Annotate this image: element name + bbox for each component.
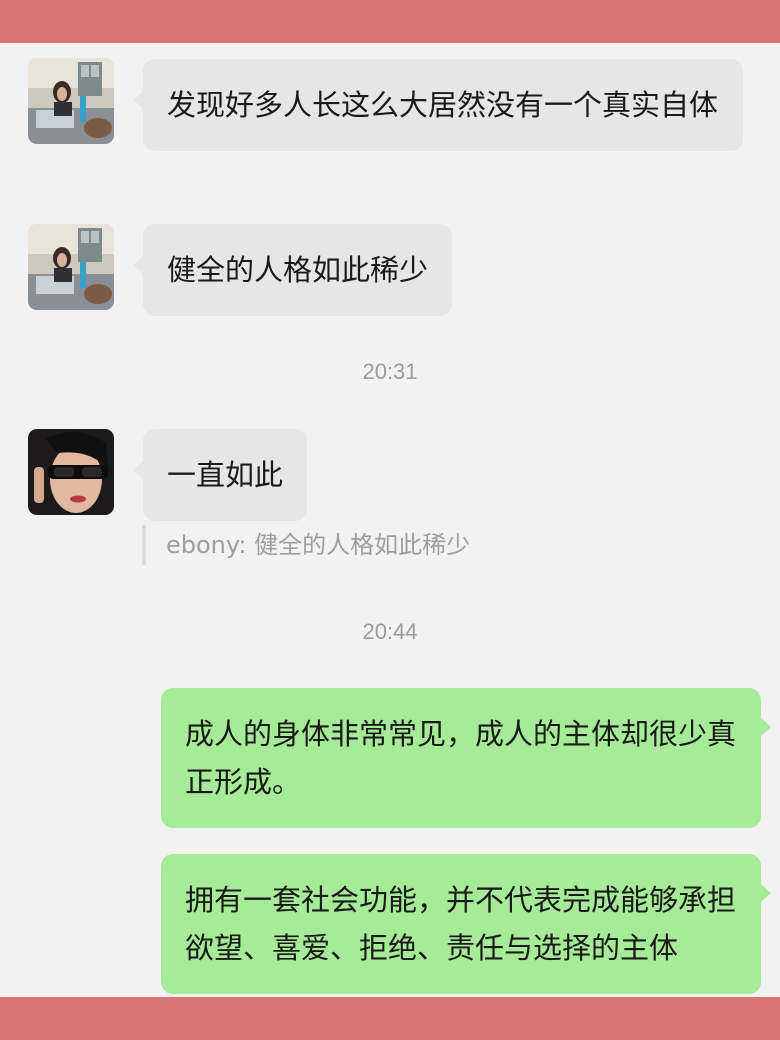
message-text: 发现好多人长这么大居然没有一个真实自体 bbox=[167, 88, 719, 122]
message-text: 一直如此 bbox=[167, 458, 284, 492]
avatar-woman-sunglasses-icon bbox=[28, 429, 114, 515]
page-frame: 发现好多人长这么大居然没有一个真实自体 健全的人格如此稀少 20:31 一直如此… bbox=[0, 0, 780, 1040]
avatar[interactable] bbox=[28, 429, 114, 515]
timestamp: 20:31 bbox=[362, 359, 418, 384]
incoming-message-bubble[interactable]: 发现好多人长这么大居然没有一个真实自体 bbox=[133, 59, 743, 151]
outgoing-message-bubble[interactable]: 成人的身体非常常见，成人的主体却很少真正形成。 bbox=[161, 688, 771, 828]
chat-area[interactable]: 发现好多人长这么大居然没有一个真实自体 健全的人格如此稀少 20:31 一直如此… bbox=[0, 43, 780, 997]
avatar[interactable] bbox=[28, 58, 114, 144]
message-text: 成人的身体非常常见，成人的主体却很少真正形成。 bbox=[185, 717, 737, 799]
outgoing-message-bubble[interactable]: 拥有一套社会功能，并不代表完成能够承担欲望、喜爱、拒绝、责任与选择的主体 bbox=[161, 854, 771, 994]
avatar-woman-in-room-icon bbox=[28, 224, 114, 310]
avatar[interactable] bbox=[28, 224, 114, 310]
incoming-message-bubble[interactable]: 一直如此 bbox=[132, 429, 308, 521]
incoming-message-bubble[interactable]: 健全的人格如此稀少 bbox=[132, 224, 453, 316]
message-text: 健全的人格如此稀少 bbox=[167, 253, 429, 287]
message-text: 拥有一套社会功能，并不代表完成能够承担欲望、喜爱、拒绝、责任与选择的主体 bbox=[185, 883, 737, 965]
avatar-woman-in-room-icon bbox=[28, 58, 114, 144]
timestamp: 20:44 bbox=[362, 619, 418, 644]
quoted-reply[interactable]: ebony: 健全的人格如此稀少 bbox=[142, 525, 470, 565]
